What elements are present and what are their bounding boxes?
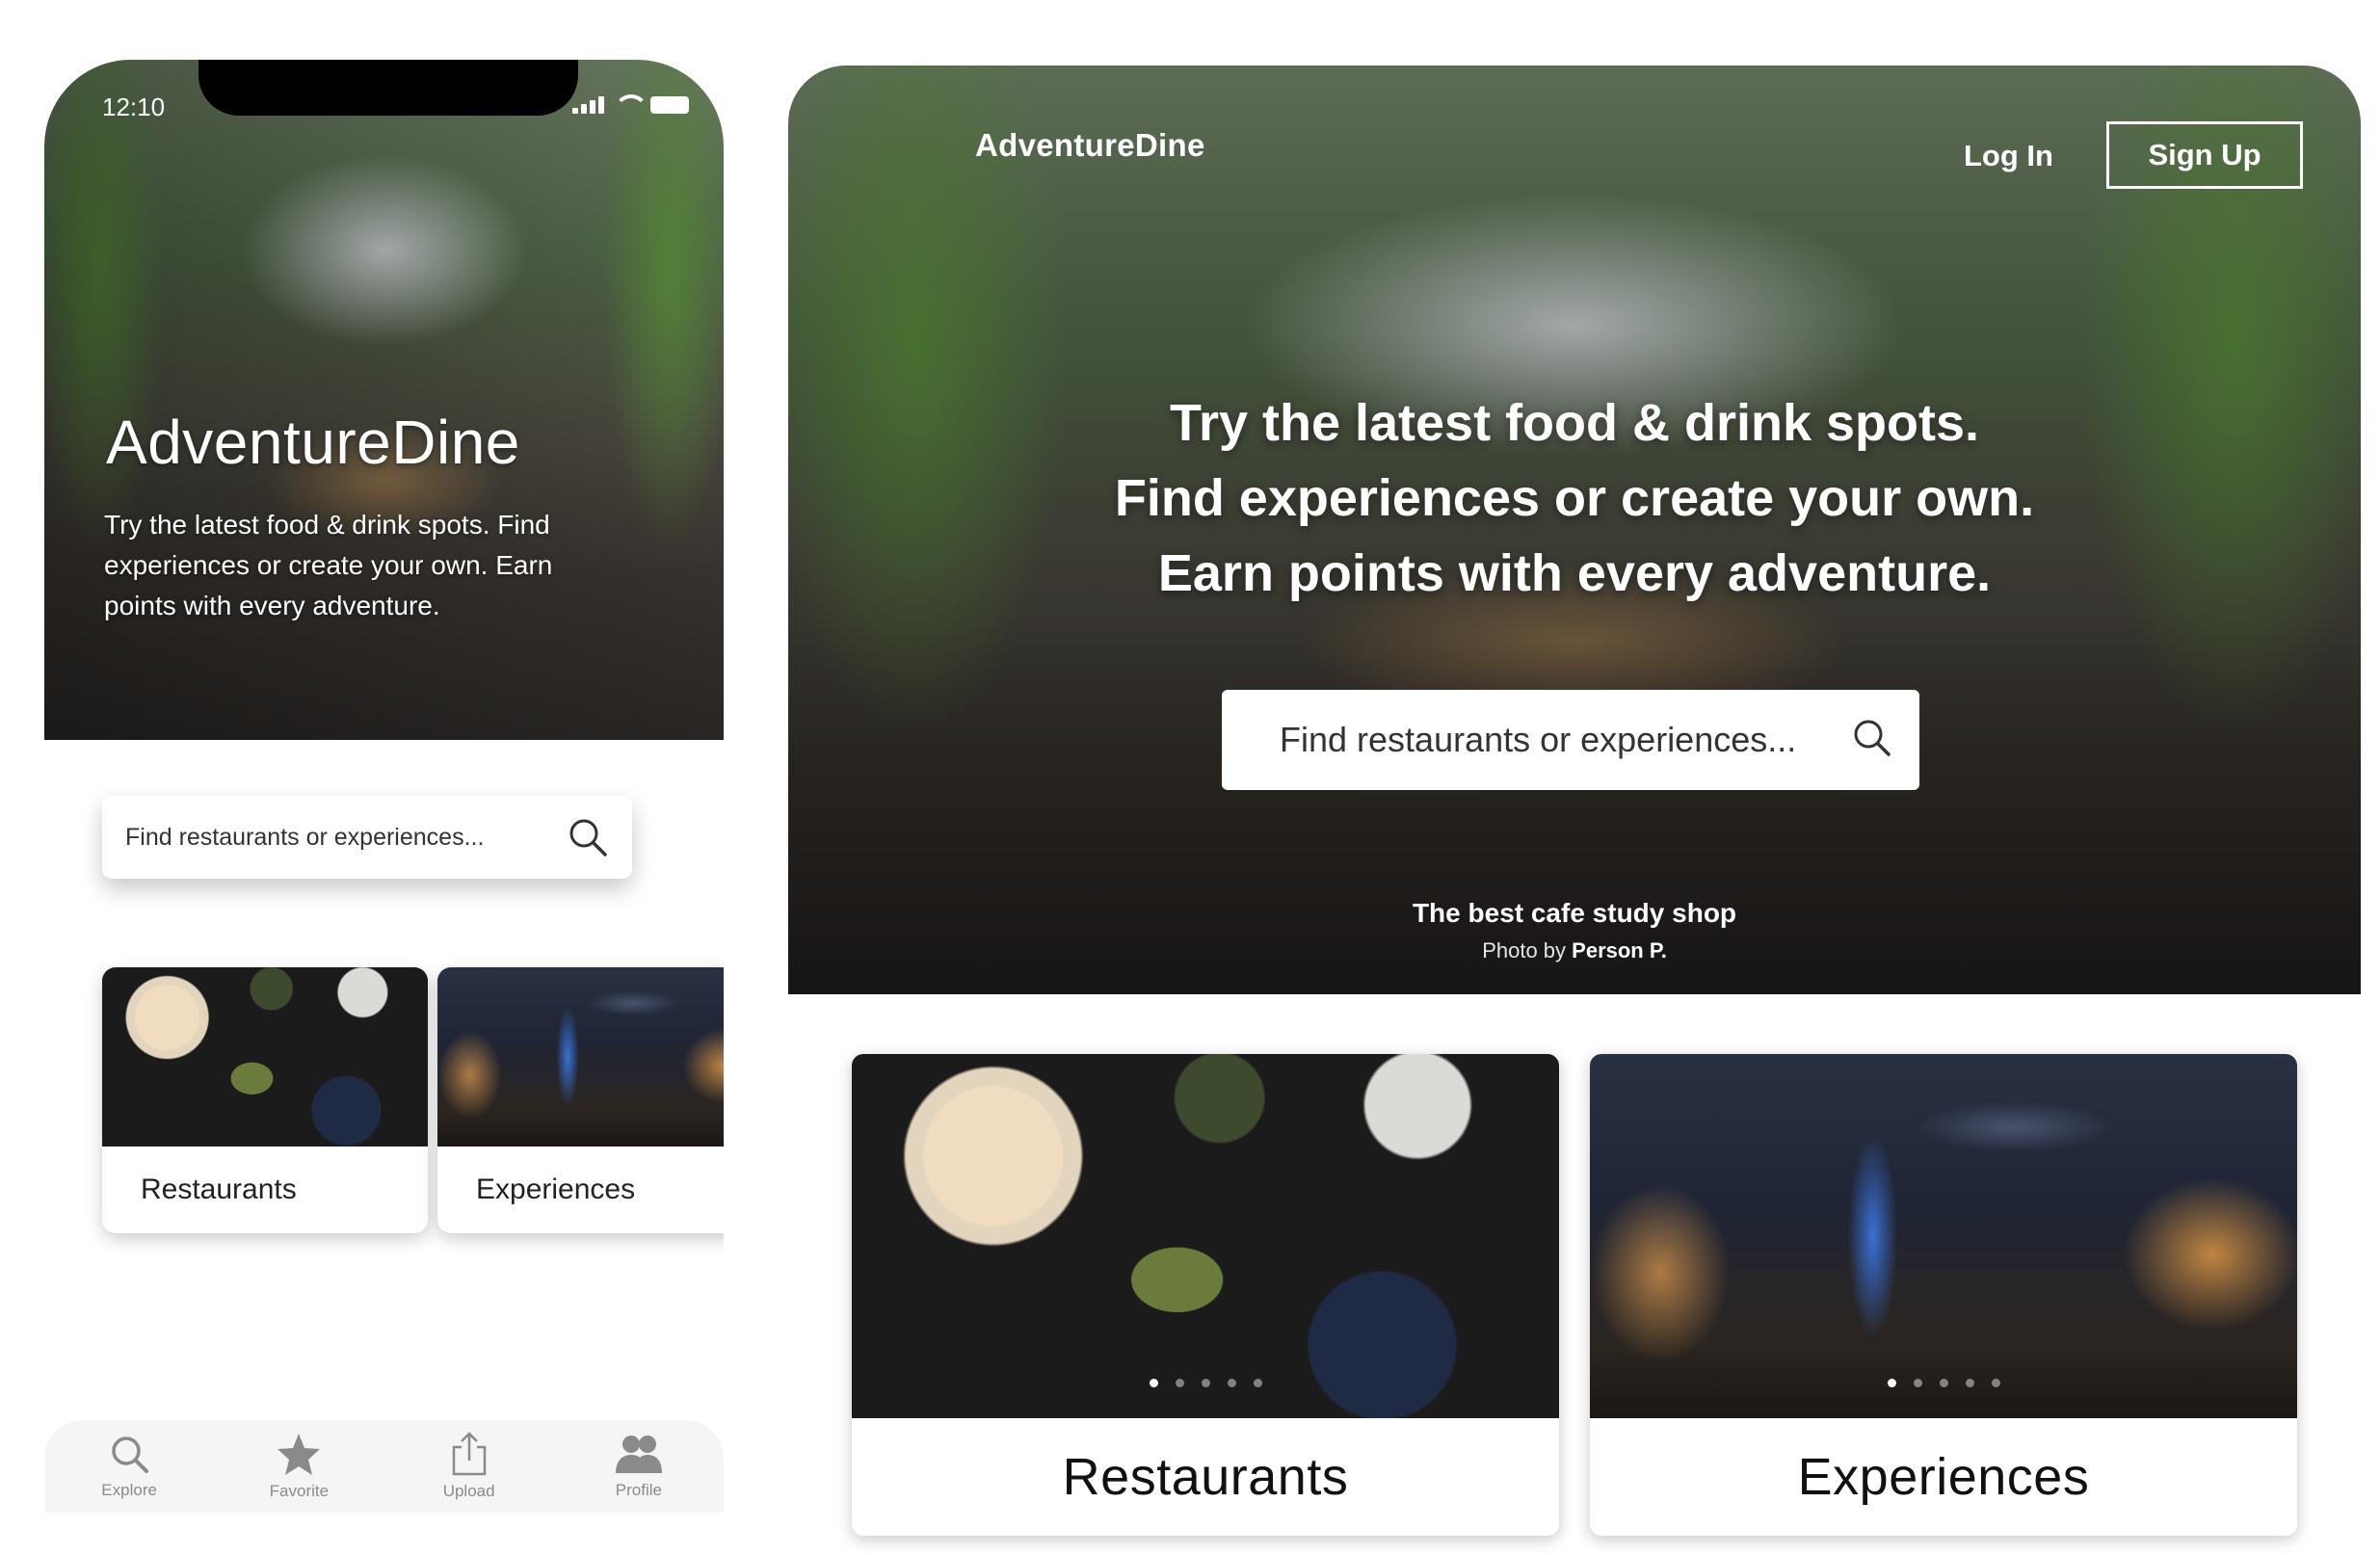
- tab-upload-label: Upload: [442, 1482, 495, 1500]
- desktop-hero-image: AdventureDine Log In Sign Up Try the lat…: [788, 66, 2361, 994]
- desktop-search-input[interactable]: Find restaurants or experiences...: [1280, 720, 1850, 760]
- restaurants-card-label: Restaurants: [1062, 1448, 1349, 1506]
- carousel-dots: [1590, 1379, 2297, 1387]
- tab-explore[interactable]: Explore: [71, 1433, 187, 1500]
- mobile-tab-bar: Explore Favorite Upload Profile: [44, 1420, 724, 1513]
- carousel-dot[interactable]: [1965, 1379, 1974, 1387]
- carousel-dot[interactable]: [1175, 1379, 1184, 1387]
- photo-credit: Photo by Person P.: [788, 938, 2361, 963]
- desktop-mockup: AdventureDine Log In Sign Up Try the lat…: [788, 66, 2361, 1540]
- tab-profile[interactable]: Profile: [581, 1433, 697, 1500]
- mobile-search-bar[interactable]: Find restaurants or experiences...: [102, 796, 632, 879]
- photo-caption-title: The best cafe study shop: [1412, 898, 1737, 928]
- experiences-image: [1590, 1054, 2297, 1418]
- phone-notch: [198, 60, 578, 116]
- share-icon: [452, 1432, 486, 1476]
- tab-favorite[interactable]: Favorite: [241, 1432, 357, 1501]
- restaurants-card-label: Restaurants: [141, 1173, 297, 1205]
- mobile-hero-image: [44, 60, 724, 740]
- headline-line: Earn points with every adventure.: [1157, 544, 1992, 602]
- restaurants-card[interactable]: Restaurants: [852, 1054, 1559, 1536]
- experiences-card-label: Experiences: [1797, 1448, 2090, 1506]
- experiences-card[interactable]: Experiences: [1590, 1054, 2297, 1536]
- photo-credit-author[interactable]: Person P.: [1572, 938, 1667, 962]
- status-icons: [572, 94, 689, 114]
- mobile-mockup: 12:10 AdventureDine Try the latest food …: [44, 60, 724, 1513]
- login-link[interactable]: Log In: [1964, 139, 2053, 173]
- tab-upload[interactable]: Upload: [411, 1432, 527, 1501]
- experiences-card-label: Experiences: [476, 1173, 636, 1205]
- signal-icon: [572, 96, 604, 114]
- tab-explore-label: Explore: [101, 1481, 157, 1499]
- carousel-dot[interactable]: [1201, 1379, 1210, 1387]
- search-icon[interactable]: [567, 816, 609, 858]
- desktop-brand-logo[interactable]: AdventureDine: [975, 127, 1205, 164]
- carousel-dot[interactable]: [1913, 1379, 1922, 1387]
- restaurants-image: [852, 1054, 1559, 1418]
- signup-button[interactable]: Sign Up: [2106, 121, 2303, 189]
- carousel-dot[interactable]: [1887, 1379, 1896, 1387]
- mobile-search-input[interactable]: Find restaurants or experiences...: [125, 824, 567, 852]
- carousel-dot[interactable]: [1991, 1379, 2000, 1387]
- star-icon: [278, 1434, 321, 1475]
- experiences-image: [437, 967, 724, 1146]
- status-time: 12:10: [102, 92, 166, 121]
- hero-headline: Try the latest food & drink spots. Find …: [788, 385, 2361, 611]
- mobile-tagline: Try the latest food & drink spots. Find …: [104, 510, 553, 620]
- carousel-dots: [852, 1379, 1559, 1387]
- tab-favorite-label: Favorite: [269, 1482, 330, 1500]
- people-icon: [615, 1436, 662, 1473]
- battery-icon: [650, 96, 689, 114]
- carousel-dot[interactable]: [1253, 1379, 1262, 1387]
- tab-profile-label: Profile: [615, 1481, 662, 1499]
- search-icon[interactable]: [1850, 716, 1894, 765]
- carousel-dot[interactable]: [1939, 1379, 1948, 1387]
- wifi-icon: [614, 94, 648, 114]
- mobile-category-cards: Restaurants Experiences: [102, 967, 724, 1237]
- restaurants-image: [102, 967, 428, 1146]
- photo-credit-prefix: Photo by: [1482, 938, 1567, 962]
- carousel-dot[interactable]: [1227, 1379, 1236, 1387]
- mobile-brand-title: AdventureDine: [106, 408, 520, 477]
- experiences-card[interactable]: Experiences: [437, 967, 724, 1233]
- restaurants-card[interactable]: Restaurants: [102, 967, 428, 1233]
- search-icon: [112, 1436, 149, 1473]
- headline-line: Try the latest food & drink spots.: [1169, 394, 1980, 452]
- headline-line: Find experiences or create your own.: [1114, 469, 2035, 527]
- carousel-dot[interactable]: [1149, 1379, 1158, 1387]
- desktop-search-bar[interactable]: Find restaurants or experiences...: [1222, 690, 1919, 790]
